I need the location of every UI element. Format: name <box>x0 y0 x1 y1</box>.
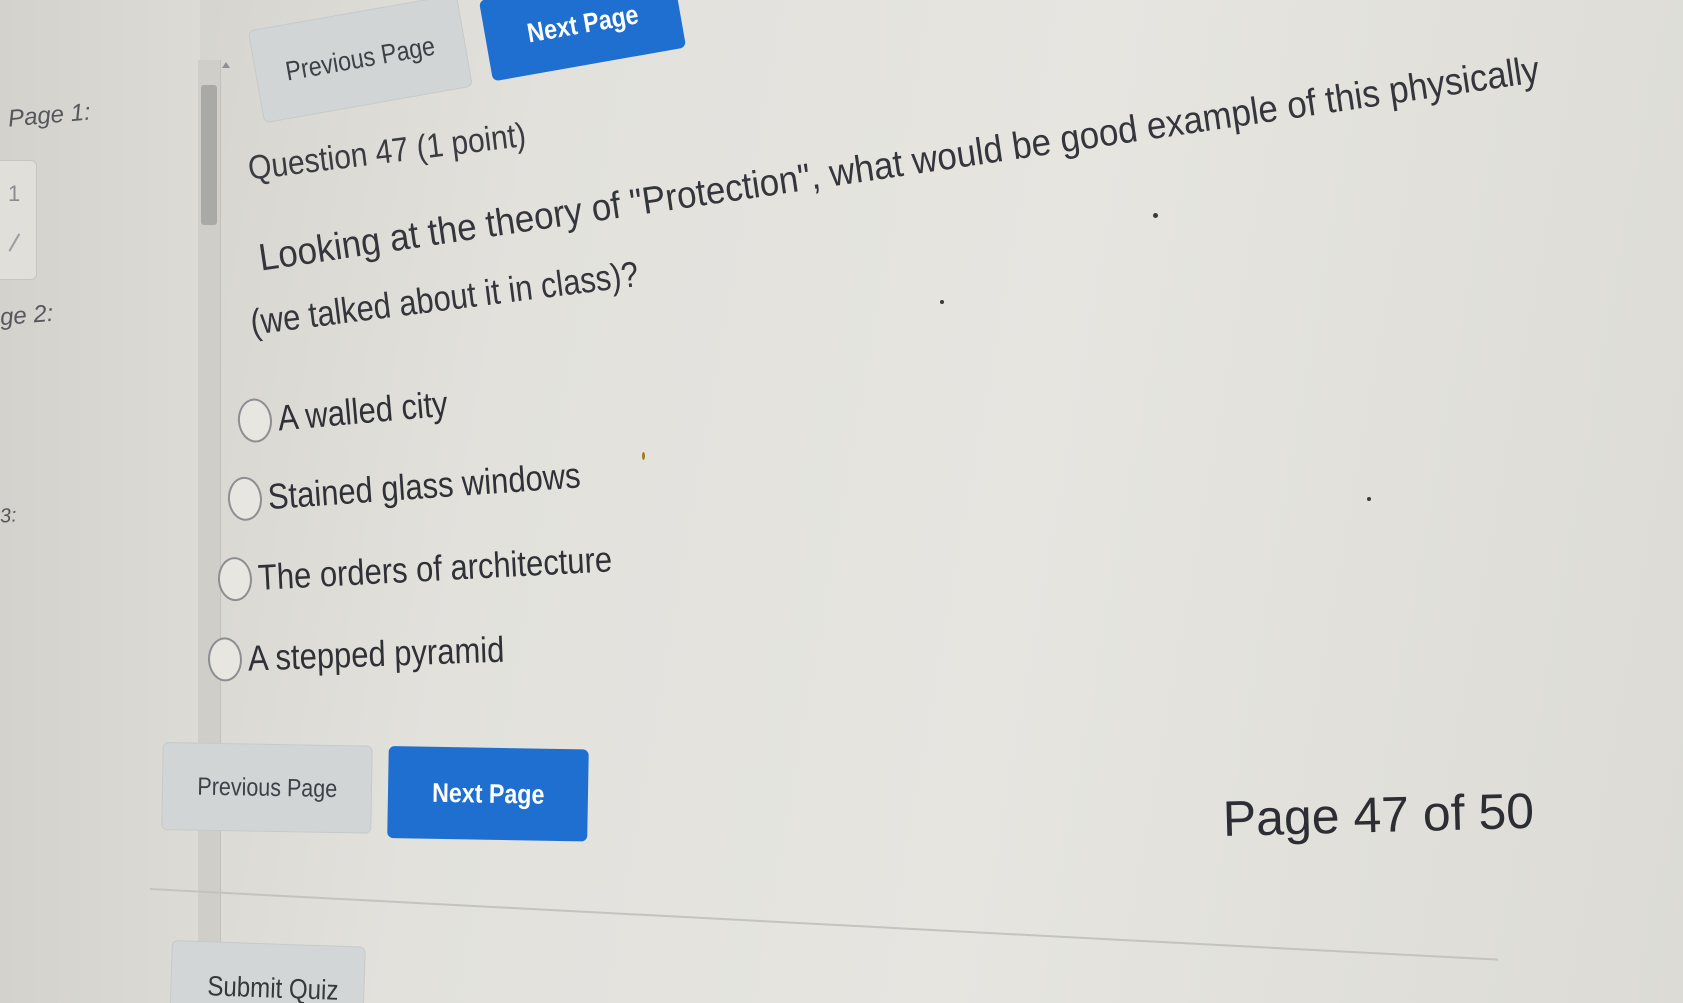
answer-option-label: A stepped pyramid <box>247 628 505 679</box>
answer-option-label: A walled city <box>276 382 450 439</box>
answer-option-2[interactable]: Stained glass windows <box>226 450 632 522</box>
screen-speck <box>1367 497 1371 501</box>
submit-quiz-button[interactable]: Submit Quiz <box>168 940 366 1003</box>
submit-quiz-label: Submit Quiz <box>206 970 340 1003</box>
previous-page-button-bottom[interactable]: Previous Page <box>161 742 373 834</box>
answer-option-label: The orders of architecture <box>256 538 614 598</box>
previous-page-button-top[interactable]: Previous Page <box>247 0 473 124</box>
screen-speck <box>1153 213 1158 218</box>
previous-page-label: Previous Page <box>196 772 338 803</box>
radio-button[interactable] <box>226 475 264 522</box>
screen-speck <box>642 452 645 460</box>
quiz-screen: Page 1: 1 ge 2: 3: Previous Page Next Pa… <box>0 0 1683 1003</box>
question-panel: Previous Page Next Page Question 47 (1 p… <box>0 0 1683 1003</box>
screen-speck <box>940 300 944 304</box>
next-page-label: Next Page <box>431 777 545 810</box>
next-page-button-top[interactable]: Next Page <box>478 0 687 82</box>
question-title: Question 47 (1 point) <box>246 115 528 188</box>
next-page-button-bottom[interactable]: Next Page <box>387 746 589 842</box>
answer-option-3[interactable]: The orders of architecture <box>216 534 671 602</box>
answer-option-4[interactable]: A stepped pyramid <box>207 626 547 682</box>
next-page-label: Next Page <box>524 0 641 49</box>
radio-button[interactable] <box>236 397 274 444</box>
page-count: Page 47 of 50 <box>1222 782 1535 847</box>
radio-button[interactable] <box>207 636 243 682</box>
previous-page-label: Previous Page <box>283 30 438 86</box>
radio-button[interactable] <box>216 556 254 602</box>
answer-option-1[interactable]: A walled city <box>236 379 477 444</box>
answer-option-label: Stained glass windows <box>266 454 582 518</box>
